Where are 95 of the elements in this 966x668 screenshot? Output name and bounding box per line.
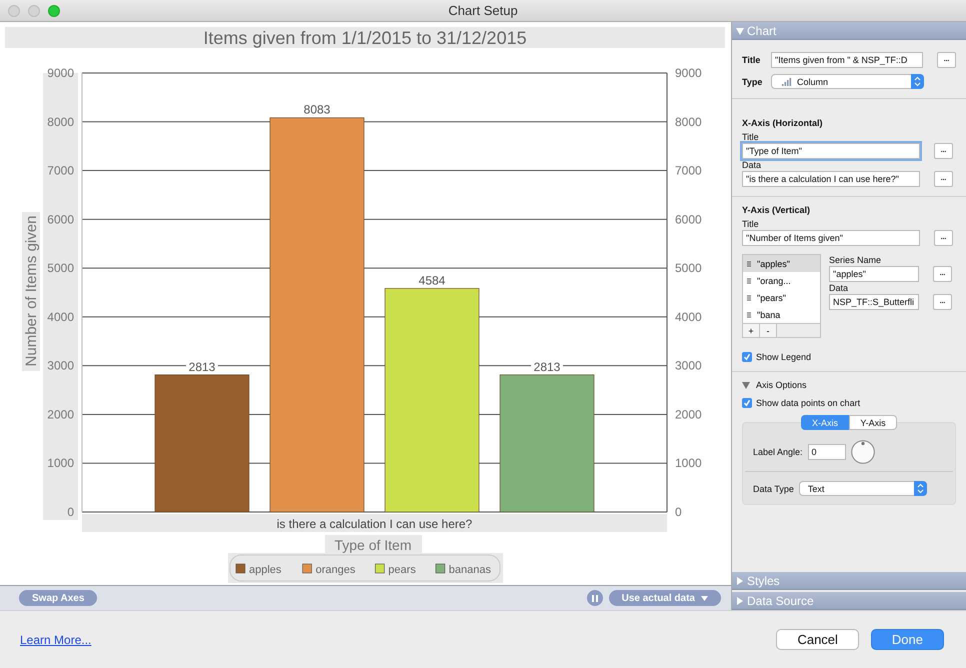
- more-icon: [940, 300, 945, 304]
- y-tick-label: 2000: [47, 407, 74, 422]
- window-button[interactable]: [48, 4, 60, 16]
- more-icon: [941, 178, 946, 180]
- learn-more-link[interactable]: Learn More...: [20, 632, 92, 646]
- checkbox[interactable]: [742, 398, 752, 408]
- field-label: Data: [742, 160, 762, 170]
- y-tick-label: 9000: [675, 66, 702, 80]
- x-axis-title: Type of Item: [334, 537, 412, 553]
- input-field[interactable]: 0: [808, 444, 846, 460]
- field-label: Series Name: [829, 255, 882, 265]
- input-field[interactable]: "Items given from " & NSP_TF::D: [771, 52, 923, 68]
- cancel-button[interactable]: Cancel: [776, 629, 859, 650]
- more-button[interactable]: [933, 266, 952, 282]
- field-label: Title: [742, 55, 762, 65]
- checkbox-label: Show data points on chart: [756, 398, 860, 408]
- more-icon: [944, 58, 949, 62]
- bar-value-label: 8083: [301, 102, 333, 117]
- bar-value-label: 2813: [186, 360, 218, 374]
- field-label: Data Type: [753, 484, 794, 494]
- drag-handle-icon: [747, 260, 751, 266]
- axis-title: Number of Items given: [22, 212, 40, 371]
- more-button[interactable]: [934, 171, 953, 187]
- expand-triangle-icon[interactable]: [736, 576, 744, 584]
- y-tick-label: 6000: [675, 212, 702, 226]
- y-tick-label: 8000: [47, 114, 74, 129]
- y-tick-label: 5000: [675, 261, 702, 276]
- checkbox[interactable]: [742, 352, 752, 362]
- data-type-dropdown[interactable]: Text: [798, 481, 927, 496]
- y-tick-label: 4000: [47, 310, 74, 324]
- pause-button[interactable]: [586, 590, 603, 606]
- section-heading: X-Axis (Horizontal): [742, 118, 824, 128]
- collapse-triangle-icon[interactable]: [736, 26, 744, 34]
- bar-chart-icon: [782, 78, 792, 86]
- chart-title: Items given from 1/1/2015 to 31/12/2015: [203, 28, 527, 48]
- stepper-icon: [914, 481, 927, 496]
- field-label: Title: [742, 132, 760, 142]
- more-icon: [940, 272, 945, 276]
- y-tick-label: 3000: [675, 358, 702, 373]
- collapse-triangle-icon[interactable]: [742, 381, 750, 389]
- dropdown-arrow-icon: [701, 596, 708, 600]
- more-button[interactable]: [934, 143, 953, 159]
- window-title: Chart Setup: [448, 3, 518, 18]
- legend-label: apples: [249, 564, 282, 576]
- window-button[interactable]: [28, 4, 40, 16]
- more-button[interactable]: [933, 294, 952, 310]
- checkbox-label: Show Legend: [756, 352, 812, 362]
- y-tick-label: 4000: [675, 310, 702, 324]
- y-tick-label: 5000: [47, 261, 74, 276]
- y-tick-label: 8000: [675, 114, 702, 129]
- y-tick-label: 9000: [47, 66, 74, 80]
- field-label: Type: [742, 76, 764, 86]
- y-tick-label: 7000: [675, 164, 702, 178]
- y-tick-label: 0: [67, 505, 74, 519]
- more-icon: [941, 150, 946, 152]
- y-tick-label: 0: [675, 505, 682, 519]
- legend-label: pears: [388, 564, 416, 576]
- series-list-item[interactable]: "apples": [743, 255, 820, 272]
- legend-label: bananas: [448, 564, 492, 576]
- axis-title: Type of Item: [325, 535, 422, 553]
- y-tick-label: 2000: [675, 407, 702, 422]
- y-tick-label: 1000: [675, 456, 702, 470]
- drag-handle-icon: [747, 312, 751, 318]
- x-tick-label: is there a calculation I can use here?: [276, 517, 473, 531]
- field-label: Title: [742, 219, 760, 229]
- axis-tab[interactable]: Y-Axis: [849, 415, 897, 430]
- y-tick-label: 7000: [47, 164, 74, 178]
- input-field[interactable]: "Type of Item": [742, 143, 920, 159]
- legend-label: oranges: [316, 564, 356, 576]
- add-button[interactable]: +: [743, 324, 760, 337]
- drag-handle-icon: [747, 294, 751, 300]
- y-tick-label: 6000: [47, 212, 74, 226]
- more-icon: [941, 236, 946, 240]
- drag-handle-icon: [747, 278, 751, 284]
- field-label: Data: [829, 283, 850, 293]
- more-button[interactable]: [937, 52, 956, 68]
- y-tick-label: 3000: [47, 358, 74, 373]
- field-label: Label Angle:: [753, 447, 803, 457]
- stepper-icon: [911, 74, 924, 89]
- section-heading: Axis Options: [756, 380, 807, 390]
- chart-type-dropdown[interactable]: Column: [771, 74, 924, 89]
- input-field[interactable]: "Number of Items given": [742, 230, 920, 246]
- more-button[interactable]: [934, 230, 953, 246]
- expand-triangle-icon[interactable]: [736, 596, 744, 604]
- input-field[interactable]: NSP_TF::S_Butterfli: [829, 294, 919, 310]
- bar-value-label: 4584: [416, 273, 448, 288]
- dial-knob[interactable]: [850, 440, 875, 464]
- category-label: is there a calculation I can use here?: [82, 514, 667, 532]
- bar-value-label: 2813: [531, 360, 563, 374]
- window-button[interactable]: [8, 4, 20, 16]
- input-field[interactable]: "apples": [829, 266, 919, 282]
- input-field[interactable]: "is there a calculation I can use here?": [742, 171, 920, 187]
- y-tick-label: 1000: [47, 456, 74, 470]
- section-heading: Y-Axis (Vertical): [742, 205, 812, 215]
- remove-button[interactable]: -: [760, 324, 777, 337]
